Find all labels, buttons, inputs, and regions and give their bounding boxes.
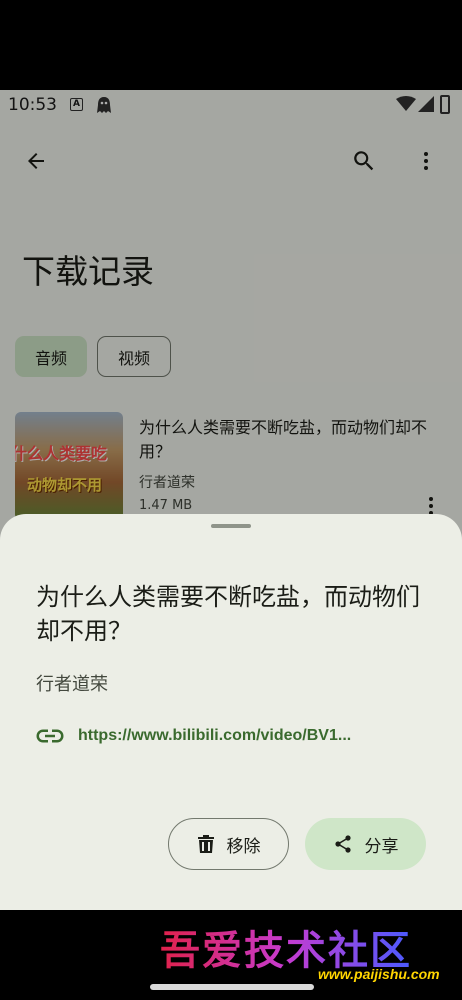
gesture-nav-bar[interactable] (150, 984, 314, 990)
top-letterbox (0, 0, 462, 90)
sheet-author: 行者道荣 (36, 674, 108, 695)
source-link[interactable]: https://www.bilibili.com/video/BV1... (36, 724, 351, 748)
phone-screen: 10:53 A 下载记录 音频 视频 什么人类要吃 动物却不用 为什么人类需要不… (0, 90, 462, 910)
drag-handle[interactable] (211, 524, 251, 528)
bottom-letterbox: 吾爱技术社区 www.paijishu.com (0, 910, 462, 1000)
watermark-url: www.paijishu.com (318, 966, 440, 982)
remove-button[interactable]: 移除 (168, 818, 289, 870)
remove-button-label: 移除 (226, 836, 261, 857)
trash-icon (197, 835, 214, 853)
bottom-sheet: 为什么人类需要不断吃盐，而动物们却不用？ 行者道荣 https://www.bi… (0, 514, 462, 910)
sheet-title: 为什么人类需要不断吃盐，而动物们却不用？ (36, 583, 420, 645)
share-button-label: 分享 (364, 836, 399, 857)
link-icon (36, 726, 66, 746)
share-icon (334, 835, 351, 853)
link-url: https://www.bilibili.com/video/BV1... (78, 727, 352, 744)
share-button[interactable]: 分享 (305, 818, 426, 870)
